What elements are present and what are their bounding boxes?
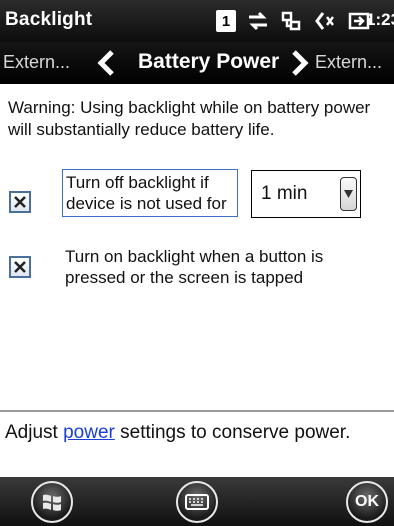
chevron-right-icon[interactable] — [291, 50, 309, 76]
turn-off-backlight-checkbox[interactable] — [9, 191, 31, 213]
keyboard-button[interactable] — [176, 481, 218, 523]
tab-current: Battery Power — [138, 50, 280, 73]
status-icons[interactable]: 1 — [216, 6, 383, 36]
windows-start-icon — [43, 494, 61, 511]
help-text: Adjust power settings to conserve power. — [5, 420, 385, 445]
softkey-bar: OK — [0, 477, 394, 526]
battery-warning-text: Warning: Using backlight while on batter… — [8, 98, 371, 139]
help-suffix: settings to conserve power. — [114, 422, 351, 443]
ok-button[interactable]: OK — [346, 481, 388, 523]
help-footer: Adjust power settings to conserve power. — [0, 410, 394, 477]
chevron-left-icon[interactable] — [97, 50, 115, 76]
turn-on-backlight-checkbox[interactable] — [9, 256, 31, 278]
speaker-muted-icon[interactable] — [313, 10, 337, 32]
settings-panel: Warning: Using backlight while on batter… — [0, 84, 394, 410]
turn-off-backlight-label[interactable]: Turn off backlight if device is not used… — [62, 169, 238, 217]
tab-previous[interactable]: Extern... — [3, 52, 70, 73]
clock[interactable]: 1:23 — [366, 10, 394, 30]
checkmark-x-icon — [14, 261, 26, 273]
start-button[interactable] — [31, 481, 73, 523]
ok-label: OK — [355, 493, 379, 510]
timeout-selected-value: 1 min — [261, 183, 308, 204]
app-title: Backlight — [5, 9, 93, 30]
dropdown-button[interactable] — [340, 177, 357, 211]
chevron-down-icon — [344, 190, 353, 198]
keyboard-icon — [185, 494, 209, 510]
connection-icon[interactable] — [280, 10, 302, 32]
tab-next[interactable]: Extern... — [315, 52, 382, 73]
help-prefix: Adjust — [5, 422, 64, 443]
notification-badge[interactable]: 1 — [216, 10, 236, 32]
status-bar: Backlight 1 1:23 — [0, 0, 394, 42]
power-settings-link[interactable]: power — [63, 422, 115, 443]
data-sync-icon[interactable] — [247, 10, 269, 32]
tab-header: Extern... Battery Power Extern... — [0, 42, 394, 84]
turn-on-backlight-label[interactable]: Turn on backlight when a button is press… — [65, 246, 365, 288]
timeout-dropdown[interactable]: 1 min — [251, 170, 361, 218]
checkmark-x-icon — [14, 196, 26, 208]
